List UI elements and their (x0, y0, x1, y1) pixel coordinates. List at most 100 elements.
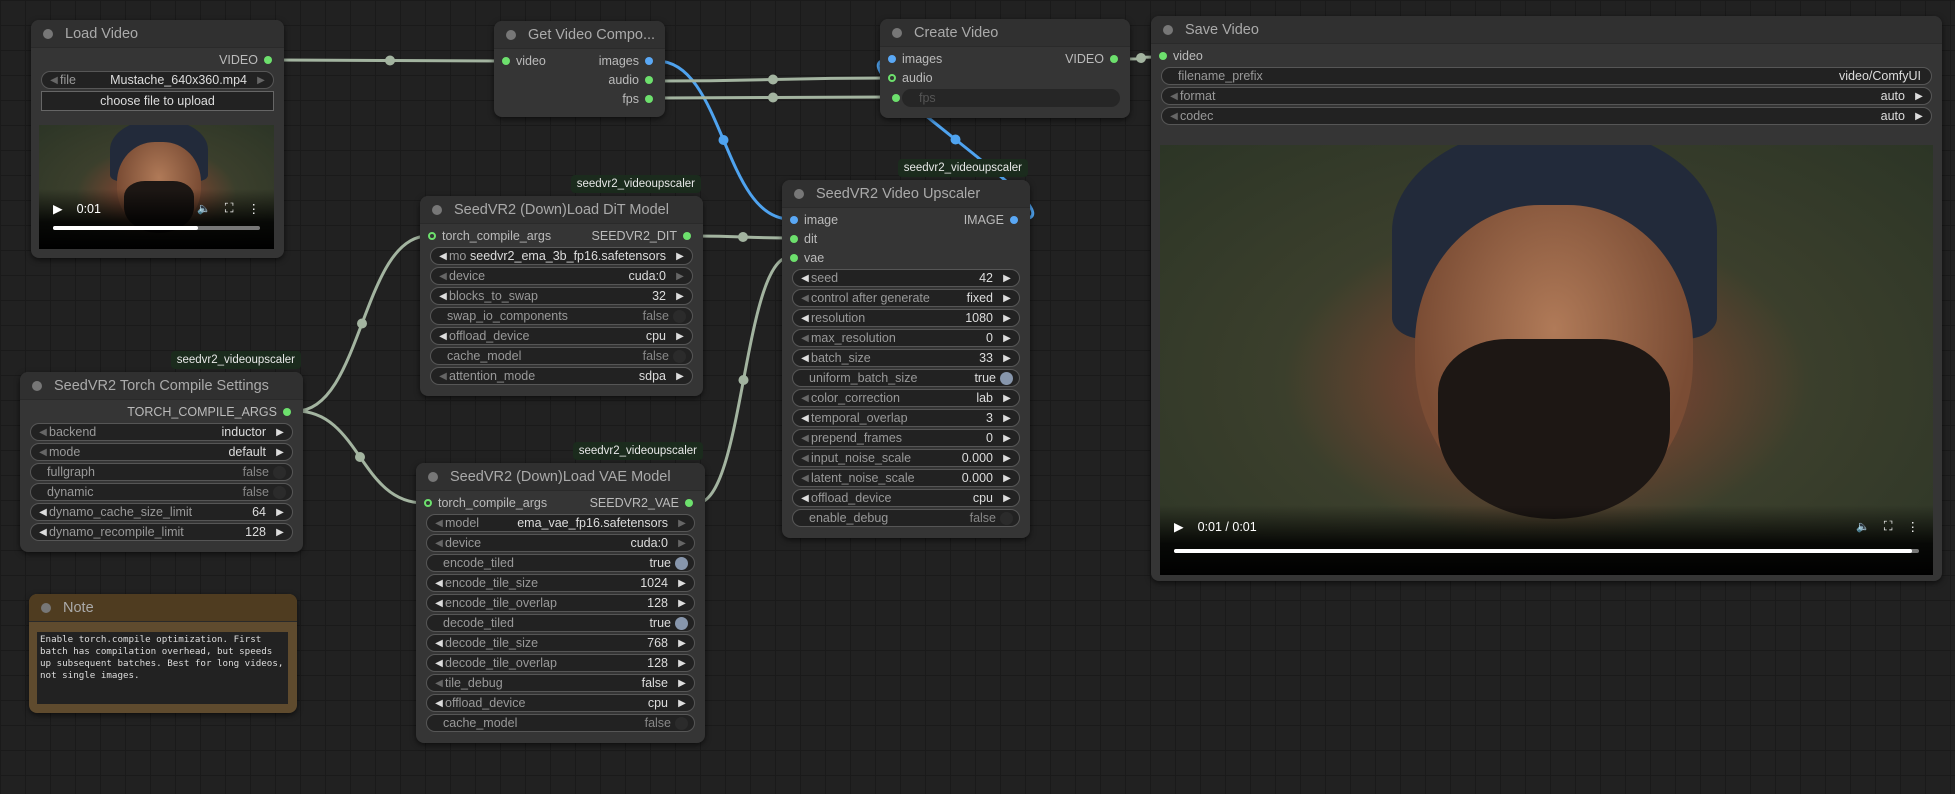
collapse-dot-icon[interactable] (892, 27, 902, 38)
widget-device[interactable]: ◀ device cuda:0 ▶ (430, 267, 693, 285)
widget-attention-mode[interactable]: ◀ attention_mode sdpa ▶ (430, 367, 693, 385)
link-compile-vae-midpoint[interactable] (355, 452, 365, 462)
toggle-switch[interactable] (1000, 371, 1013, 385)
upload-button[interactable]: choose file to upload (41, 91, 274, 111)
increment-arrow-icon[interactable]: ▶ (1913, 91, 1925, 102)
input-slot[interactable]: torch_compile_args (428, 229, 551, 243)
output-slot[interactable]: TORCH_COMPILE_ARGS (127, 405, 291, 419)
input-dot[interactable] (888, 54, 896, 63)
video-progress-bar[interactable] (1174, 549, 1919, 553)
decrement-arrow-icon[interactable]: ◀ (799, 293, 811, 304)
widget-max-resolution[interactable]: ◀ max_resolution 0 ▶ (792, 329, 1020, 347)
increment-arrow-icon[interactable]: ▶ (1001, 453, 1013, 464)
widget-encode-tile-overlap[interactable]: ◀ encode_tile_overlap 128 ▶ (426, 594, 695, 612)
widget-device[interactable]: ◀ device cuda:0 ▶ (426, 534, 695, 552)
output-slot[interactable]: SEEDVR2_DIT (592, 229, 691, 243)
output-slot[interactable]: images (599, 54, 653, 68)
collapse-dot-icon[interactable] (43, 28, 53, 39)
increment-arrow-icon[interactable]: ▶ (255, 75, 267, 86)
increment-arrow-icon[interactable]: ▶ (274, 427, 286, 438)
input-dot[interactable] (502, 56, 510, 65)
widget-offload-device[interactable]: ◀ offload_device cpu ▶ (792, 489, 1020, 507)
widget-encode-tile-size[interactable]: ◀ encode_tile_size 1024 ▶ (426, 574, 695, 592)
decrement-arrow-icon[interactable]: ◀ (433, 698, 445, 709)
output-slot[interactable]: fps (622, 92, 653, 106)
increment-arrow-icon[interactable]: ▶ (274, 527, 286, 538)
input-slot[interactable]: dit (790, 232, 817, 246)
output-slot[interactable]: IMAGE (964, 213, 1018, 227)
collapse-dot-icon[interactable] (41, 602, 51, 613)
node-dit-model[interactable]: SeedVR2 (Down)Load DiT Model torch_compil… (420, 196, 703, 396)
node-vae-model[interactable]: SeedVR2 (Down)Load VAE Model torch_compil… (416, 463, 705, 743)
input-slot[interactable]: video (502, 54, 546, 68)
output-dot[interactable] (645, 94, 653, 103)
input-slot[interactable]: video (1159, 49, 1203, 63)
input-dot[interactable] (428, 231, 436, 240)
node-title-bar[interactable]: Load Video (31, 20, 284, 48)
input-slot[interactable]: audio (888, 71, 933, 85)
output-slot[interactable]: audio (608, 73, 653, 87)
increment-arrow-icon[interactable]: ▶ (674, 251, 686, 262)
node-title-bar[interactable]: SeedVR2 Video Upscaler (782, 180, 1030, 208)
widget-offload-device[interactable]: ◀ offload_device cpu ▶ (430, 327, 693, 345)
widget-dynamo-cache-size-limit[interactable]: ◀ dynamo_cache_size_limit 64 ▶ (30, 503, 293, 521)
increment-arrow-icon[interactable]: ▶ (676, 538, 688, 549)
decrement-arrow-icon[interactable]: ◀ (433, 598, 445, 609)
widget-cache-model[interactable]: cache_model false (426, 714, 695, 732)
increment-arrow-icon[interactable]: ▶ (676, 638, 688, 649)
widget-mode[interactable]: ◀ mode default ▶ (30, 443, 293, 461)
widget-format[interactable]: ◀ format auto ▶ (1161, 87, 1932, 105)
play-icon[interactable]: ▶ (53, 201, 63, 216)
decrement-arrow-icon[interactable]: ◀ (799, 393, 811, 404)
link-images-midpoint[interactable] (718, 134, 729, 145)
input-dot[interactable] (790, 215, 798, 224)
increment-arrow-icon[interactable]: ▶ (1001, 293, 1013, 304)
decrement-arrow-icon[interactable]: ◀ (37, 527, 49, 538)
link-vae-midpoint[interactable] (738, 375, 749, 386)
increment-arrow-icon[interactable]: ▶ (676, 598, 688, 609)
widget-file[interactable]: ◀ file Mustache_640x360.mp4 ▶ (41, 71, 274, 89)
output-dot[interactable] (683, 231, 691, 240)
input-dot[interactable] (790, 253, 798, 262)
widget-codec[interactable]: ◀ codec auto ▶ (1161, 107, 1932, 125)
widget-blocks-to-swap[interactable]: ◀ blocks_to_swap 32 ▶ (430, 287, 693, 305)
output-slot[interactable]: VIDEO (219, 53, 272, 67)
node-title-bar[interactable]: SeedVR2 Torch Compile Settings (20, 372, 303, 400)
increment-arrow-icon[interactable]: ▶ (676, 658, 688, 669)
widget-uniform-batch-size[interactable]: uniform_batch_size true (792, 369, 1020, 387)
input-dot[interactable] (892, 94, 900, 102)
widget-filename-prefix[interactable]: filename_prefix video/ComfyUI (1161, 67, 1932, 85)
node-title-bar[interactable]: Save Video (1151, 16, 1942, 44)
widget-decode-tiled[interactable]: decode_tiled true (426, 614, 695, 632)
widget-tile-debug[interactable]: ◀ tile_debug false ▶ (426, 674, 695, 692)
increment-arrow-icon[interactable]: ▶ (676, 578, 688, 589)
output-dot[interactable] (1010, 215, 1018, 224)
decrement-arrow-icon[interactable]: ◀ (37, 447, 49, 458)
link-create-to-save-midpoint[interactable] (1136, 53, 1146, 64)
collapse-dot-icon[interactable] (794, 188, 804, 199)
decrement-arrow-icon[interactable]: ◀ (799, 313, 811, 324)
output-slot[interactable]: VIDEO (1065, 52, 1118, 66)
decrement-arrow-icon[interactable]: ◀ (799, 413, 811, 424)
save_video-video-preview[interactable]: ▶ 0:01 / 0:01 🔈 ⛶ ⋮ (1160, 145, 1933, 575)
video-progress-bar[interactable] (53, 226, 260, 230)
widget-control-after-generate[interactable]: ◀ control after generate fixed ▶ (792, 289, 1020, 307)
decrement-arrow-icon[interactable]: ◀ (799, 493, 811, 504)
fullscreen-icon[interactable]: ⛶ (225, 201, 234, 216)
widget-latent-noise-scale[interactable]: ◀ latent_noise_scale 0.000 ▶ (792, 469, 1020, 487)
play-icon[interactable]: ▶ (1174, 519, 1184, 534)
decrement-arrow-icon[interactable]: ◀ (1168, 111, 1180, 122)
link-audio-midpoint[interactable] (768, 74, 778, 85)
decrement-arrow-icon[interactable]: ◀ (1168, 91, 1180, 102)
link-dit-midpoint[interactable] (738, 232, 748, 242)
decrement-arrow-icon[interactable]: ◀ (799, 273, 811, 284)
toggle-switch[interactable] (673, 309, 686, 323)
output-dot[interactable] (685, 498, 693, 507)
node-title-bar[interactable]: SeedVR2 (Down)Load DiT Model (420, 196, 703, 224)
widget-input-noise-scale[interactable]: ◀ input_noise_scale 0.000 ▶ (792, 449, 1020, 467)
fullscreen-icon[interactable]: ⛶ (1884, 519, 1893, 534)
widget-resolution[interactable]: ◀ resolution 1080 ▶ (792, 309, 1020, 327)
note-textarea[interactable]: Enable torch.compile optimization. First… (37, 632, 288, 704)
widget-encode-tiled[interactable]: encode_tiled true (426, 554, 695, 572)
decrement-arrow-icon[interactable]: ◀ (433, 678, 445, 689)
